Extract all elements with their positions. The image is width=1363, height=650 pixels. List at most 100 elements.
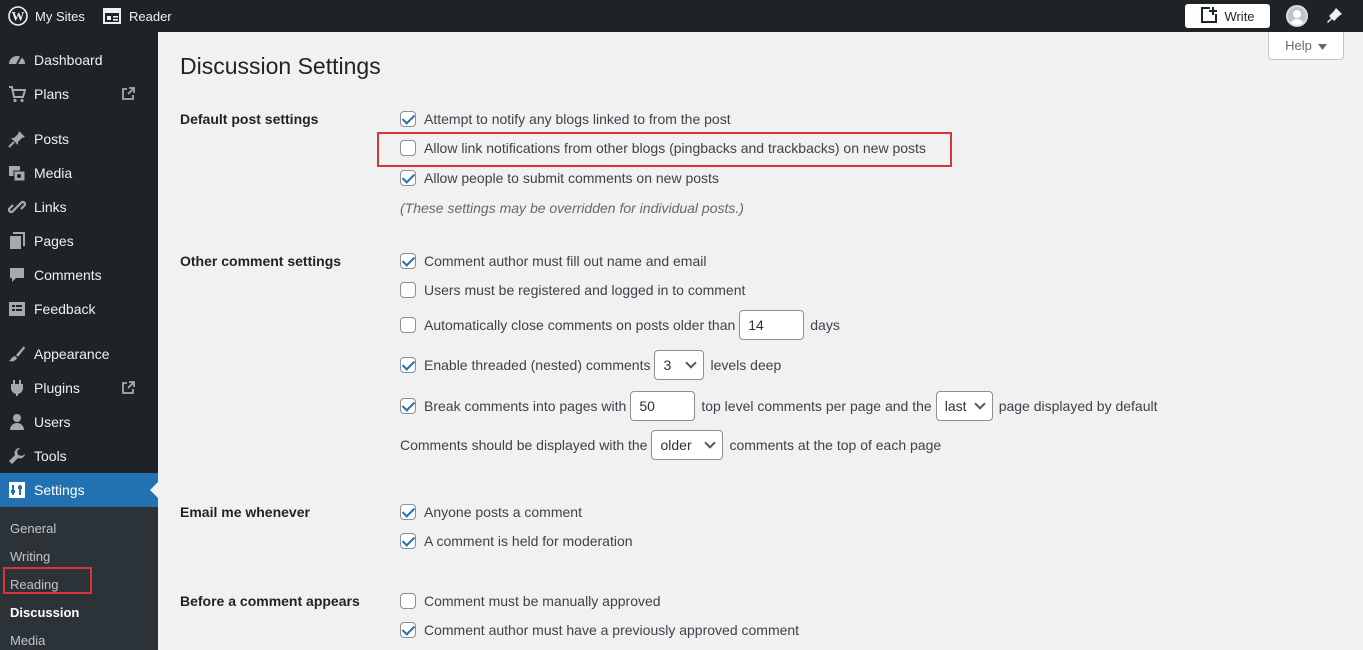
- submenu-item-discussion[interactable]: Discussion: [10, 605, 79, 620]
- section-label-default-post: Default post settings: [180, 111, 319, 127]
- submenu-item-general[interactable]: General: [10, 521, 56, 536]
- sidebar-item-label: Plans: [34, 86, 70, 102]
- sidebar-item-media[interactable]: Media: [0, 156, 158, 190]
- sidebar-item-feedback[interactable]: Feedback: [0, 292, 158, 326]
- feedback-icon: [7, 299, 27, 319]
- close-days-input[interactable]: 14: [739, 310, 805, 340]
- option-label: Comment author must have a previously ap…: [424, 622, 800, 638]
- chevron-down-icon: [685, 357, 698, 369]
- discussion-highlight-box: [3, 567, 92, 594]
- option-label: Users must be registered and logged in t…: [424, 282, 746, 298]
- checkbox[interactable]: [400, 170, 416, 186]
- checkbox[interactable]: [400, 317, 416, 333]
- option-registered-users[interactable]: Users must be registered and logged in t…: [400, 280, 745, 300]
- option-threaded-comments[interactable]: Enable threaded (nested) comments 3 leve…: [400, 350, 781, 380]
- option-manual-approval[interactable]: Comment must be manually approved: [400, 591, 661, 611]
- admin-top-bar: W My Sites Reader Write: [0, 0, 1363, 32]
- thread-depth-select[interactable]: 3: [654, 350, 705, 380]
- option-comment-order: Comments should be displayed with the ol…: [400, 430, 942, 460]
- avatar[interactable]: [1286, 5, 1308, 27]
- cart-icon: [7, 84, 27, 104]
- write-label: Write: [1224, 8, 1255, 24]
- option-label: Attempt to notify any blogs linked to fr…: [424, 111, 731, 127]
- checkbox[interactable]: [400, 111, 416, 127]
- media-icon: [7, 163, 27, 183]
- option-label: Allow people to submit comments on new p…: [424, 170, 719, 186]
- help-label: Help: [1285, 38, 1312, 53]
- caret-down-icon: [1317, 38, 1327, 53]
- notifications-bell-icon[interactable]: [1325, 6, 1345, 29]
- option-allow-comments[interactable]: Allow people to submit comments on new p…: [400, 168, 719, 188]
- sidebar-item-dashboard[interactable]: Dashboard: [0, 43, 158, 77]
- sidebar-item-users[interactable]: Users: [0, 405, 158, 439]
- checkbox[interactable]: [400, 253, 416, 269]
- my-sites-link[interactable]: W My Sites: [8, 0, 85, 32]
- sidebar-item-plans[interactable]: Plans: [0, 77, 158, 111]
- sidebar-item-comments[interactable]: Comments: [0, 258, 158, 292]
- chevron-down-icon: [974, 398, 986, 410]
- default-page-select[interactable]: last: [935, 391, 993, 421]
- user-icon: [7, 412, 27, 432]
- brush-icon: [7, 344, 27, 364]
- sidebar-item-label: Plugins: [34, 380, 80, 396]
- pingbacks-highlight-box: [377, 132, 952, 167]
- checkbox[interactable]: [400, 593, 416, 609]
- option-email-any-comment[interactable]: Anyone posts a comment: [400, 502, 582, 522]
- sidebar-item-label: Links: [34, 199, 67, 215]
- select-value: older: [660, 437, 692, 453]
- option-label: Comment must be manually approved: [424, 593, 661, 609]
- option-auto-close[interactable]: Automatically close comments on posts ol…: [400, 310, 840, 340]
- write-button[interactable]: Write: [1185, 4, 1270, 28]
- checkbox[interactable]: [400, 504, 416, 520]
- sidebar-item-label: Posts: [34, 131, 70, 147]
- checkbox[interactable]: [400, 398, 416, 414]
- checkbox[interactable]: [400, 622, 416, 638]
- checkbox[interactable]: [400, 533, 416, 549]
- sidebar-item-links[interactable]: Links: [0, 190, 158, 224]
- link-icon: [7, 197, 27, 217]
- option-middle-text: top level comments per page and the: [701, 398, 932, 414]
- submenu-item-writing[interactable]: Writing: [10, 549, 50, 564]
- option-suffix: days: [810, 317, 840, 333]
- sidebar-item-tools[interactable]: Tools: [0, 439, 158, 473]
- reader-link[interactable]: Reader: [103, 0, 172, 32]
- option-suffix: comments at the top of each page: [729, 437, 942, 453]
- write-icon: [1200, 6, 1218, 27]
- sidebar-item-pages[interactable]: Pages: [0, 224, 158, 258]
- option-notify-linked-blogs[interactable]: Attempt to notify any blogs linked to fr…: [400, 109, 731, 129]
- sidebar-item-plugins[interactable]: Plugins: [0, 371, 158, 405]
- comment-order-select[interactable]: older: [651, 430, 724, 460]
- option-label: Break comments into pages with: [424, 398, 627, 414]
- option-previously-approved[interactable]: Comment author must have a previously ap…: [400, 620, 799, 640]
- sidebar-item-appearance[interactable]: Appearance: [0, 337, 158, 371]
- sidebar-item-label: Appearance: [34, 346, 110, 362]
- wrench-icon: [7, 446, 27, 466]
- option-label: Comment author must fill out name and em…: [424, 253, 707, 269]
- comments-per-page-input[interactable]: 50: [630, 391, 696, 421]
- option-page-comments[interactable]: Break comments into pages with 50 top le…: [400, 391, 1158, 421]
- select-value: last: [944, 398, 967, 414]
- sidebar-item-label: Tools: [34, 448, 67, 464]
- option-label: A comment is held for moderation: [424, 533, 633, 549]
- checkbox[interactable]: [400, 282, 416, 298]
- checkbox[interactable]: [400, 357, 416, 373]
- sidebar-item-label: Feedback: [34, 301, 96, 317]
- external-link-icon: [121, 87, 135, 104]
- option-author-fill-info[interactable]: Comment author must fill out name and em…: [400, 251, 706, 271]
- sidebar-item-label: Users: [34, 414, 71, 430]
- external-link-icon: [121, 381, 135, 398]
- section-label-email: Email me whenever: [180, 504, 310, 520]
- submenu-item-media[interactable]: Media: [10, 633, 45, 648]
- help-button[interactable]: Help: [1268, 32, 1344, 60]
- option-label: Comments should be displayed with the: [400, 437, 648, 453]
- wordpress-logo-icon: W: [8, 6, 28, 26]
- option-email-moderation[interactable]: A comment is held for moderation: [400, 531, 633, 551]
- option-label: Anyone posts a comment: [424, 504, 582, 520]
- select-value: 3: [663, 357, 672, 373]
- section-label-other-comment: Other comment settings: [180, 253, 342, 269]
- reader-label: Reader: [129, 8, 172, 24]
- my-sites-label: My Sites: [35, 8, 85, 24]
- sidebar-item-settings[interactable]: Settings: [0, 473, 158, 507]
- section-label-before-appears: Before a comment appears: [180, 593, 360, 609]
- sidebar-item-posts[interactable]: Posts: [0, 122, 158, 156]
